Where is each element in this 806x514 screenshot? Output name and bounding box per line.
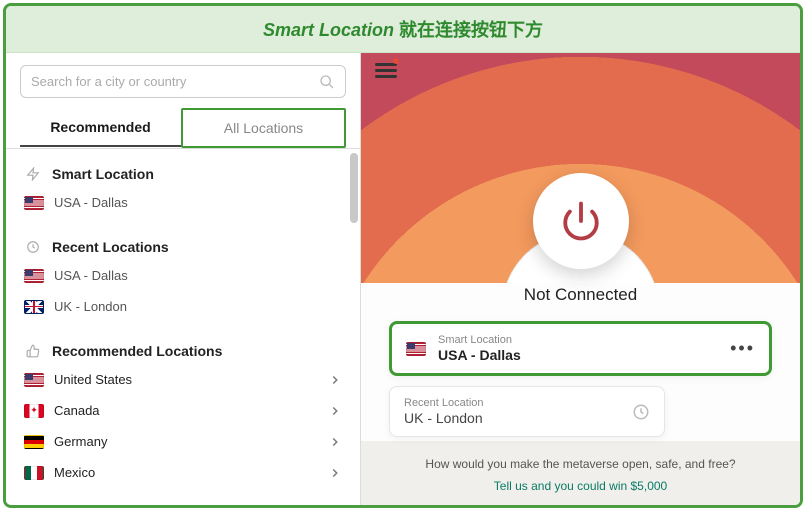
- flag-icon-ca: [24, 404, 44, 418]
- flag-icon-us: [24, 196, 44, 210]
- location-label: Germany: [54, 434, 107, 449]
- recent-location-card[interactable]: Recent Location UK - London: [389, 386, 665, 437]
- connect-button[interactable]: [533, 173, 629, 269]
- more-options-button[interactable]: •••: [730, 338, 755, 359]
- card-title: Recent Location: [404, 397, 620, 409]
- chevron-right-icon: [328, 373, 342, 387]
- clock-icon: [632, 403, 650, 421]
- section-recent-locations: Recent Locations: [6, 228, 360, 260]
- banner-rest: 就在连接按钮下方: [394, 20, 543, 40]
- location-label: USA - Dallas: [54, 195, 128, 210]
- promo-text: How would you make the metaverse open, s…: [389, 455, 772, 473]
- location-label: USA - Dallas: [54, 268, 128, 283]
- search-input-wrap[interactable]: [20, 65, 346, 98]
- location-label: Canada: [54, 403, 100, 418]
- lightning-icon: [24, 165, 42, 183]
- hamburger-menu-button[interactable]: [375, 63, 397, 79]
- flag-icon-mx: [24, 466, 44, 480]
- scrollbar-thumb[interactable]: [350, 153, 358, 223]
- tab-recommended[interactable]: Recommended: [20, 109, 181, 147]
- location-label: UK - London: [54, 299, 127, 314]
- connection-panel: Not Connected Smart Location USA - Dalla…: [361, 53, 800, 505]
- recent-location-item[interactable]: USA - Dallas: [6, 260, 360, 291]
- smart-location-item[interactable]: USA - Dallas: [6, 187, 360, 218]
- smart-location-card[interactable]: Smart Location USA - Dallas •••: [389, 321, 772, 376]
- thumbs-up-icon: [24, 342, 42, 360]
- connection-status: Not Connected: [361, 285, 800, 305]
- tab-all-locations[interactable]: All Locations: [181, 108, 346, 148]
- banner-italic: Smart Location: [263, 20, 394, 40]
- locations-panel: Recommended All Locations Smart Location…: [6, 53, 361, 505]
- caption-banner: Smart Location 就在连接按钮下方: [6, 6, 800, 53]
- flag-icon-uk: [24, 300, 44, 314]
- flag-icon-us: [24, 269, 44, 283]
- clock-icon: [24, 238, 42, 256]
- recommended-location-item[interactable]: Canada: [6, 395, 360, 426]
- card-subtitle: USA - Dallas: [438, 347, 718, 363]
- promo-link[interactable]: Tell us and you could win $5,000: [389, 477, 772, 495]
- flag-icon-us: [24, 373, 44, 387]
- section-title: Smart Location: [52, 166, 154, 182]
- location-tabs: Recommended All Locations: [6, 108, 360, 149]
- promo-banner: How would you make the metaverse open, s…: [361, 441, 800, 505]
- chevron-right-icon: [328, 466, 342, 480]
- chevron-right-icon: [328, 404, 342, 418]
- section-smart-location: Smart Location: [6, 155, 360, 187]
- card-title: Smart Location: [438, 334, 718, 346]
- recommended-location-item[interactable]: Germany: [6, 426, 360, 457]
- location-label: Mexico: [54, 465, 95, 480]
- flag-icon-us: [406, 342, 426, 356]
- location-label: United States: [54, 372, 132, 387]
- recommended-location-item[interactable]: United States: [6, 364, 360, 395]
- search-input[interactable]: [31, 74, 335, 89]
- chevron-right-icon: [328, 435, 342, 449]
- locations-list: Smart Location USA - Dallas Recent Locat…: [6, 149, 360, 505]
- search-icon: [319, 74, 335, 90]
- recent-location-item[interactable]: UK - London: [6, 291, 360, 322]
- section-title: Recent Locations: [52, 239, 169, 255]
- card-subtitle: UK - London: [404, 410, 620, 426]
- recommended-location-item[interactable]: Mexico: [6, 457, 360, 488]
- section-recommended-locations: Recommended Locations: [6, 332, 360, 364]
- section-title: Recommended Locations: [52, 343, 222, 359]
- flag-icon-de: [24, 435, 44, 449]
